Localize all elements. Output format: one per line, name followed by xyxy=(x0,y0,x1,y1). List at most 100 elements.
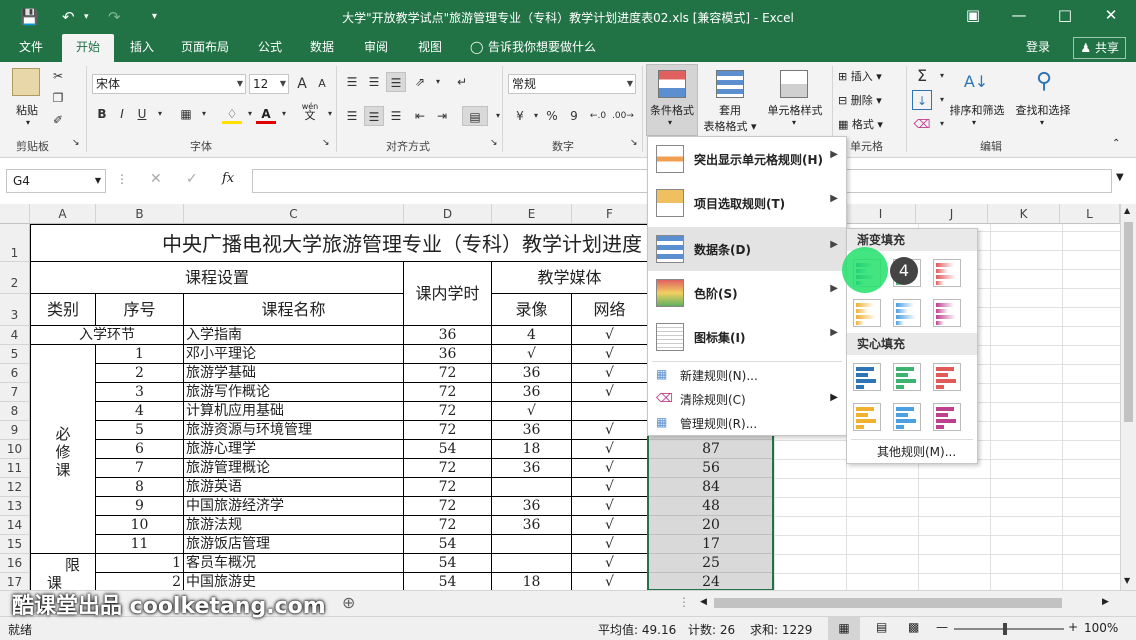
align-center-icon[interactable]: ☰ xyxy=(364,106,384,126)
cell-network[interactable]: √ xyxy=(572,535,648,554)
cell-styles-icon[interactable] xyxy=(780,70,808,98)
cell-hours[interactable]: 72 xyxy=(404,421,492,440)
menu-icon-sets[interactable]: 图标集(I) ▶ xyxy=(648,315,846,359)
cell-network[interactable] xyxy=(572,402,648,421)
menu-manage-rules[interactable]: ▦ 管理规则(R)... xyxy=(648,411,846,435)
row-header[interactable]: 14 xyxy=(0,516,30,535)
cell-hours[interactable]: 54 xyxy=(404,440,492,459)
merge-dropdown-icon[interactable]: ▾ xyxy=(488,106,508,126)
cell-seq[interactable]: 5 xyxy=(96,421,184,440)
gradient-data-bar-option[interactable] xyxy=(933,259,961,287)
cell-hours[interactable]: 72 xyxy=(404,516,492,535)
cell-video[interactable] xyxy=(492,535,572,554)
gradient-data-bar-option[interactable] xyxy=(853,299,881,327)
cell-video[interactable]: √ xyxy=(492,345,572,364)
tab-insert[interactable]: 插入 xyxy=(120,34,164,62)
align-right-icon[interactable]: ☰ xyxy=(386,106,406,126)
tab-data[interactable]: 数据 xyxy=(300,34,344,62)
cell-network[interactable]: √ xyxy=(572,383,648,402)
number-format-combo[interactable]: 常规 ▼ xyxy=(508,74,636,94)
cell-seq[interactable]: 4 xyxy=(96,402,184,421)
cell-g-value[interactable]: 25 xyxy=(648,554,774,573)
column-header[interactable]: C xyxy=(184,204,404,224)
page-break-view-icon[interactable]: ▩ xyxy=(908,620,919,634)
insert-cells-button[interactable]: ⊞ 插入 ▾ xyxy=(838,68,908,84)
orientation-icon[interactable]: ⇗ xyxy=(410,72,430,92)
header-course-setup[interactable]: 课程设置 xyxy=(30,262,404,294)
row-header[interactable]: 3 xyxy=(0,294,30,326)
cell-g-value[interactable]: 87 xyxy=(648,440,774,459)
cell-hours[interactable]: 72 xyxy=(404,383,492,402)
cell-category[interactable]: 入学环节 xyxy=(30,326,184,345)
cell-hours[interactable]: 36 xyxy=(404,326,492,345)
cell-video[interactable]: 36 xyxy=(492,459,572,478)
number-launcher-icon[interactable]: ↘ xyxy=(630,138,638,148)
solid-data-bar-option[interactable] xyxy=(893,403,921,431)
cell-seq[interactable]: 9 xyxy=(96,497,184,516)
cell-hours[interactable]: 36 xyxy=(404,345,492,364)
decrease-decimal-icon[interactable]: .00→ xyxy=(612,106,634,126)
decrease-indent-icon[interactable]: ⇤ xyxy=(410,106,430,126)
cell-course-name[interactable]: 旅游资源与环境管理 xyxy=(184,421,404,440)
cell-video[interactable]: 36 xyxy=(492,364,572,383)
scroll-down-icon[interactable]: ▼ xyxy=(1124,576,1130,585)
share-button[interactable]: ♟ 共享 xyxy=(1073,37,1126,59)
cell-network[interactable]: √ xyxy=(572,326,648,345)
cell-styles-label[interactable]: 单元格样式 xyxy=(762,102,828,118)
menu-color-scales[interactable]: 色阶(S) ▶ xyxy=(648,271,846,315)
format-as-table-icon[interactable] xyxy=(716,70,744,98)
cell-seq[interactable]: 3 xyxy=(96,383,184,402)
menu-clear-rules[interactable]: ⌫ 清除规则(C) ▶ xyxy=(648,387,846,411)
cell-video[interactable] xyxy=(492,478,572,497)
find-select-icon[interactable]: ⚲ xyxy=(1030,68,1058,96)
increase-indent-icon[interactable]: ⇥ xyxy=(432,106,452,126)
cell-network[interactable]: √ xyxy=(572,345,648,364)
cell-required-category[interactable]: 必 修 课 xyxy=(30,345,96,554)
copy-icon[interactable]: ❐ xyxy=(48,88,68,108)
row-header[interactable]: 16 xyxy=(0,554,30,573)
autosum-dropdown-icon[interactable]: ▾ xyxy=(932,66,952,86)
vertical-scrollbar[interactable]: ▲ ▼ xyxy=(1120,204,1136,590)
tab-home[interactable]: 开始 xyxy=(62,34,114,62)
more-rules-link[interactable]: 其他规则(M)... xyxy=(877,443,956,460)
cell-hours[interactable]: 72 xyxy=(404,478,492,497)
align-bottom-icon[interactable]: ☰ xyxy=(386,72,406,92)
cell-hours[interactable]: 72 xyxy=(404,459,492,478)
decrease-font-icon[interactable]: A xyxy=(312,74,332,94)
fill-icon[interactable]: ↓ xyxy=(912,90,932,110)
cell-course-name[interactable]: 邓小平理论 xyxy=(184,345,404,364)
cell-network[interactable]: √ xyxy=(572,421,648,440)
cell-g-value[interactable]: 17 xyxy=(648,535,774,554)
select-all-corner[interactable] xyxy=(0,204,30,224)
bold-button[interactable]: B xyxy=(92,104,112,124)
cell-g-value[interactable]: 84 xyxy=(648,478,774,497)
cell-video[interactable]: 4 xyxy=(492,326,572,345)
cell-seq[interactable]: 7 xyxy=(96,459,184,478)
cell-network[interactable]: √ xyxy=(572,364,648,383)
cell-seq[interactable]: 6 xyxy=(96,440,184,459)
cell-hours[interactable]: 72 xyxy=(404,402,492,421)
zoom-slider-handle[interactable] xyxy=(1003,623,1007,635)
solid-data-bar-option[interactable] xyxy=(933,403,961,431)
menu-data-bars[interactable]: 数据条(D) ▶ xyxy=(648,227,846,271)
format-painter-icon[interactable]: ✐ xyxy=(48,110,68,130)
cell-hours[interactable]: 54 xyxy=(404,573,492,590)
cell-video[interactable]: 18 xyxy=(492,573,572,590)
add-sheet-icon[interactable]: ⊕ xyxy=(342,593,355,612)
header-course-name[interactable]: 课程名称 xyxy=(184,294,404,326)
cell-course-name[interactable]: 旅游学基础 xyxy=(184,364,404,383)
page-layout-view-icon[interactable]: ▤ xyxy=(876,620,887,634)
maximize-icon[interactable]: □ xyxy=(1050,6,1080,24)
cell-g-value[interactable]: 24 xyxy=(648,573,774,590)
fill-color-icon[interactable]: ♢ xyxy=(222,104,242,124)
column-header[interactable]: I xyxy=(846,204,916,224)
zoom-slider[interactable] xyxy=(954,628,1064,630)
header-network[interactable]: 网络 xyxy=(572,294,648,326)
cell-network[interactable]: √ xyxy=(572,554,648,573)
row-header[interactable]: 1 xyxy=(0,224,30,262)
zoom-level[interactable]: 100% xyxy=(1084,621,1118,635)
column-header[interactable]: D xyxy=(404,204,492,224)
delete-cells-button[interactable]: ⊟ 删除 ▾ xyxy=(838,92,908,108)
row-header[interactable]: 13 xyxy=(0,497,30,516)
row-header[interactable]: 7 xyxy=(0,383,30,402)
